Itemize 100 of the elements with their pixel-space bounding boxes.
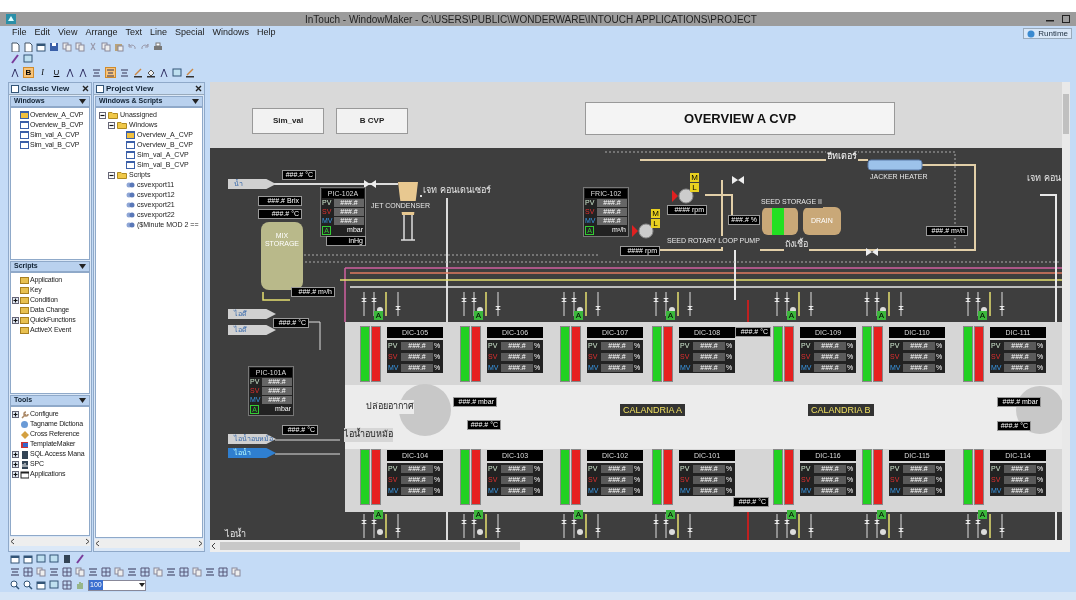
save-icon[interactable]	[49, 41, 59, 52]
font-icon[interactable]	[65, 67, 75, 78]
grid-icon[interactable]	[62, 580, 72, 590]
wrench-icon	[20, 409, 29, 419]
menu-item[interactable]: Arrange	[85, 26, 118, 40]
format-button[interactable]: U	[51, 67, 62, 78]
runtime-button[interactable]: Runtime	[1023, 28, 1072, 39]
align-icon[interactable]	[127, 566, 137, 577]
dropdown-icon[interactable]	[79, 264, 86, 269]
collapse-icon[interactable]	[108, 171, 115, 179]
align-icon[interactable]	[166, 566, 176, 577]
horizontal-scrollbar[interactable]	[210, 540, 1070, 552]
nav-button[interactable]: Sim_val	[252, 108, 324, 134]
dropdown-icon[interactable]	[139, 583, 145, 587]
close-icon[interactable]	[195, 85, 202, 92]
nav-button[interactable]: B CVP	[336, 108, 408, 134]
dropdown-icon[interactable]	[192, 99, 199, 104]
valve-station-drawing	[965, 291, 1005, 317]
grid-icon[interactable]	[179, 566, 189, 577]
line-color-icon[interactable]	[133, 67, 143, 78]
copy-icon[interactable]	[192, 566, 202, 577]
copy-icon[interactable]	[153, 566, 163, 577]
valve-station-drawing	[361, 291, 401, 317]
fill-color-icon[interactable]	[146, 67, 156, 78]
grid-icon[interactable]	[218, 566, 228, 577]
status-tag: A	[474, 510, 483, 519]
status-tag: A	[787, 311, 796, 320]
line-color-icon[interactable]	[185, 67, 195, 78]
brush-icon[interactable]	[75, 553, 85, 564]
diagram-label: เจท คอนเดนเซอร์	[422, 184, 492, 198]
menu-item[interactable]: Windows	[212, 26, 249, 40]
menu-item[interactable]: Help	[257, 26, 276, 40]
screen-icon[interactable]	[49, 580, 59, 590]
pump-tag: M	[690, 173, 699, 182]
new-file-icon[interactable]	[10, 41, 20, 52]
screen-icon[interactable]	[49, 553, 59, 564]
zoom-in-icon[interactable]	[10, 580, 20, 590]
menu-item[interactable]: Special	[174, 26, 205, 40]
font-icon[interactable]	[10, 67, 20, 78]
status-tag: A	[877, 311, 886, 320]
align-icon[interactable]	[88, 566, 98, 577]
window-icon[interactable]	[36, 41, 46, 52]
expand-icon[interactable]	[12, 316, 19, 324]
diagram-label: ไอน้ำ	[224, 528, 247, 540]
scroll-right-icon[interactable]	[197, 540, 203, 547]
menu-item[interactable]: Edit	[34, 26, 51, 40]
vertical-scrollbar[interactable]	[1062, 82, 1070, 540]
close-icon[interactable]	[82, 85, 89, 92]
status-tag: A	[666, 311, 675, 320]
status-tag: A	[574, 311, 583, 320]
font-icon[interactable]	[78, 67, 88, 78]
paste-icon[interactable]	[114, 41, 124, 52]
dropdown-icon[interactable]	[79, 398, 86, 403]
horizontal-scrollbar[interactable]	[10, 537, 90, 546]
scroll-left-icon[interactable]	[95, 540, 101, 547]
screen-icon[interactable]	[23, 54, 33, 64]
grid-icon[interactable]	[101, 566, 111, 577]
screen-icon[interactable]	[36, 553, 46, 564]
collapse-icon[interactable]	[99, 111, 106, 119]
window-icon[interactable]	[10, 553, 20, 564]
valve-station-drawing	[653, 291, 693, 317]
collapse-icon[interactable]	[108, 121, 115, 129]
copy-icon[interactable]	[114, 566, 124, 577]
format-button[interactable]: B	[23, 67, 34, 78]
window-icon[interactable]	[23, 553, 33, 564]
copy-icon[interactable]	[231, 566, 241, 577]
expand-icon[interactable]	[12, 296, 19, 304]
font-icon[interactable]	[159, 67, 169, 78]
scroll-left-icon[interactable]	[10, 538, 16, 545]
menu-item[interactable]: File	[12, 26, 27, 40]
menu-item[interactable]: Text	[125, 26, 142, 40]
grid-icon[interactable]	[62, 566, 72, 577]
menu-item[interactable]: Line	[149, 26, 167, 40]
copy-icon[interactable]	[101, 41, 111, 52]
format-button[interactable]: I	[37, 67, 48, 78]
expand-icon[interactable]	[12, 460, 19, 468]
align-icon[interactable]	[205, 566, 215, 577]
scroll-left-icon[interactable]	[210, 542, 218, 550]
print-icon[interactable]	[153, 41, 163, 52]
scroll-right-icon[interactable]	[84, 538, 90, 545]
new-file-icon[interactable]	[23, 41, 33, 52]
tank-drawing	[261, 222, 303, 290]
window-icon[interactable]	[36, 580, 46, 590]
valve-drawing	[866, 248, 878, 256]
diagram-label: ไอน้ำอบหม้อ	[344, 428, 393, 442]
menu-item[interactable]: View	[58, 26, 78, 40]
zoom-in-icon[interactable]	[23, 580, 33, 590]
grid-icon[interactable]	[140, 566, 150, 577]
dropdown-icon[interactable]	[79, 99, 86, 104]
section-label: CALANDRIA A	[620, 404, 686, 416]
horizontal-scrollbar[interactable]	[95, 539, 203, 548]
expand-icon[interactable]	[12, 450, 19, 458]
align-button[interactable]	[105, 67, 116, 78]
valve-station-drawing	[653, 513, 693, 539]
brush-icon[interactable]	[10, 54, 20, 64]
expand-icon[interactable]	[12, 410, 19, 418]
grid-icon[interactable]	[23, 566, 33, 577]
maximize-icon[interactable]	[1062, 15, 1070, 23]
expand-icon[interactable]	[12, 470, 19, 478]
copy-icon[interactable]	[75, 41, 85, 52]
